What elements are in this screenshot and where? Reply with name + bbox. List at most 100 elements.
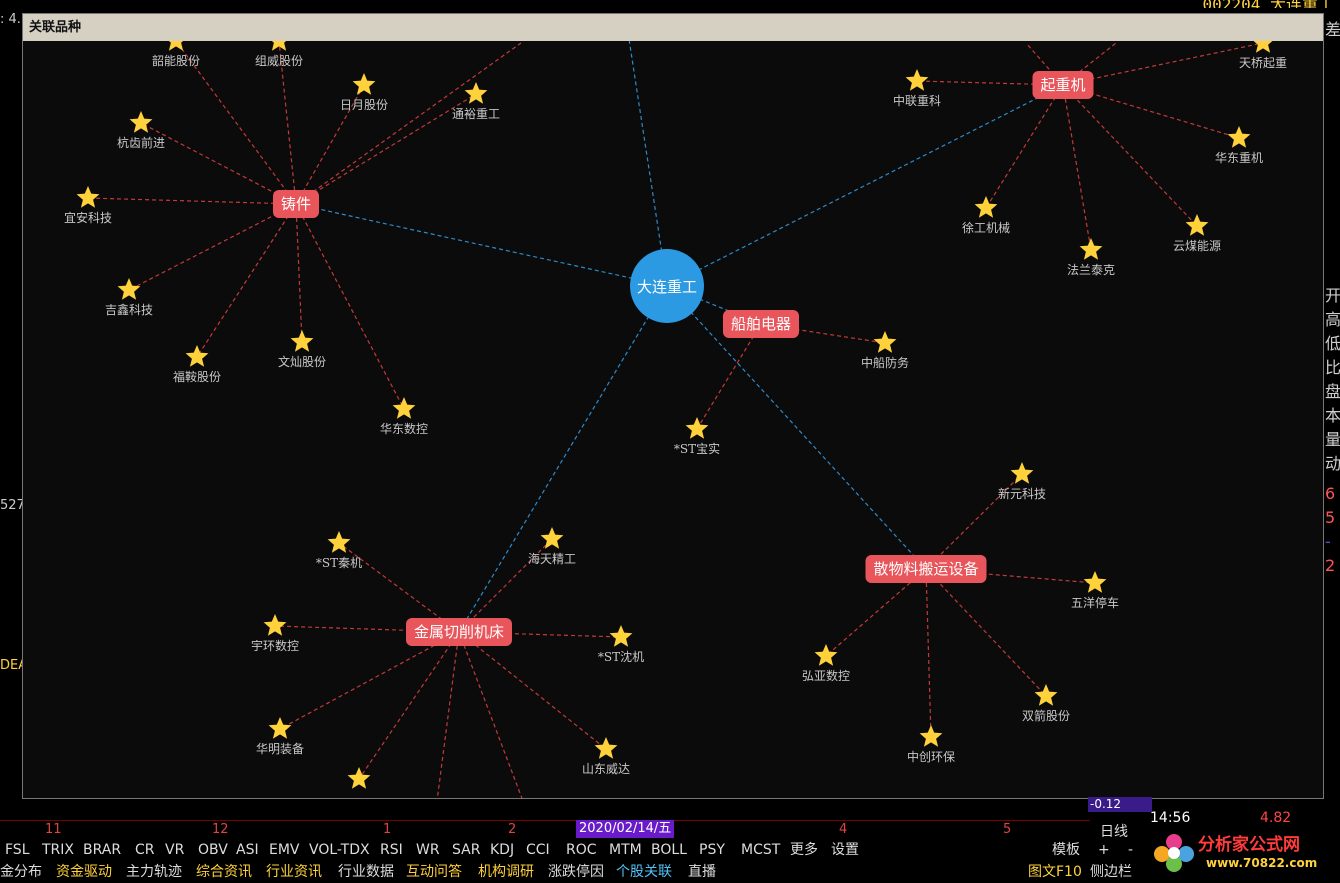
star-icon[interactable] [1083,571,1107,593]
star-icon[interactable] [1227,126,1251,148]
dialog-title[interactable]: 关联品种 [23,14,1323,41]
star-icon[interactable] [185,345,209,367]
star-icon[interactable] [1010,462,1034,484]
leaf-label[interactable]: 华东数控 [380,421,428,436]
indicator-tab[interactable]: MTM [609,840,642,861]
star-icon[interactable] [685,417,709,439]
leaf-label[interactable]: 宇环数控 [251,638,299,653]
period-label[interactable]: 日线 [1100,821,1128,841]
indicator-tab[interactable]: CR [135,840,155,861]
hub-label[interactable]: 起重机 [1040,76,1085,94]
indicator-tab[interactable]: PSY [699,840,725,861]
leaf-label[interactable]: 通裕重工 [452,106,500,121]
leaf-label[interactable]: 徐工机械 [962,220,1010,235]
center-label[interactable]: 大连重工 [637,278,697,296]
indicator-tab[interactable]: WR [416,840,440,861]
info-tab[interactable]: 行业资讯 [266,862,322,883]
star-icon[interactable] [814,644,838,666]
indicator-tab[interactable]: RSI [380,840,403,861]
star-icon[interactable] [974,196,998,218]
leaf-label[interactable]: 中联重科 [893,93,941,108]
star-icon[interactable] [165,41,188,51]
leaf-label[interactable]: 双箭股份 [1022,708,1070,723]
leaf-label[interactable]: 日月股份 [340,98,388,112]
star-icon[interactable] [1079,238,1103,260]
star-icon[interactable] [392,397,416,419]
indicator-tab[interactable]: FSL [5,840,30,861]
star-icon[interactable] [117,278,141,300]
plus-button[interactable]: + [1098,840,1110,861]
hub-label[interactable]: 散物料搬运设备 [873,560,978,578]
info-tab[interactable]: 资金驱动 [56,862,112,883]
star-icon[interactable] [263,614,287,636]
star-icon[interactable] [540,527,564,549]
leaf-label[interactable]: 福鞍股份 [173,369,221,384]
info-tab[interactable]: 综合资讯 [196,862,252,883]
indicator-tab[interactable]: BRAR [83,840,121,861]
star-icon[interactable] [609,625,633,647]
info-tab[interactable]: 机构调研 [478,862,534,883]
indicator-tab[interactable]: MCST [741,840,780,861]
indicator-tab[interactable]: ROC [566,840,597,861]
indicator-tab[interactable]: OBV [198,840,228,861]
info-tab[interactable]: 行业数据 [338,862,394,883]
info-tab[interactable]: 直播 [688,862,716,883]
info-tab[interactable]: 主力轨迹 [126,862,182,883]
leaf-label[interactable]: 华东重机 [1215,151,1263,165]
leaf-label[interactable]: *ST沈机 [598,649,644,664]
leaf-label[interactable]: 中船防务 [861,355,909,370]
hub-label[interactable]: 船舶电器 [731,315,791,333]
indicator-tab[interactable]: BOLL [651,840,687,861]
indicator-tab[interactable]: 更多 [790,840,818,861]
indicator-tab[interactable]: KDJ [490,840,514,861]
indicator-tab[interactable]: TRIX [42,840,74,861]
star-icon[interactable] [76,186,100,208]
minus-button[interactable]: - [1128,840,1133,861]
star-icon[interactable] [919,725,943,747]
leaf-label[interactable]: 弘亚数控 [802,668,850,683]
star-icon[interactable] [327,531,351,553]
leaf-label[interactable]: 中创环保 [907,749,955,764]
star-icon[interactable] [873,331,897,353]
sidebar-button[interactable]: 侧边栏 [1090,862,1132,883]
indicator-tab[interactable]: CCI [526,840,550,861]
leaf-label[interactable]: 文灿股份 [278,354,326,369]
leaf-label[interactable]: 组威股份 [255,54,303,68]
leaf-label[interactable]: 山东威达 [582,762,630,776]
star-icon[interactable] [352,73,376,95]
star-icon[interactable] [290,330,314,352]
star-icon[interactable] [464,82,488,104]
indicator-tab[interactable]: VOL-TDX [309,840,370,861]
leaf-label[interactable]: 五洋停车 [1071,595,1119,610]
star-icon[interactable] [347,767,371,789]
star-icon[interactable] [129,111,153,133]
leaf-label[interactable]: 宜安科技 [64,210,112,225]
leaf-label[interactable]: 新元科技 [998,486,1046,501]
leaf-label[interactable]: 云煤能源 [1173,239,1221,253]
leaf-label[interactable]: 杭齿前进 [117,135,165,150]
hub-label[interactable]: 金属切削机床 [414,623,504,641]
indicator-tab[interactable]: ASI [236,840,259,861]
leaf-label[interactable]: *ST秦机 [316,556,362,570]
star-icon[interactable] [1252,41,1275,53]
leaf-label[interactable]: 韶能股份 [152,53,200,68]
indicator-tab[interactable]: VR [165,840,184,861]
leaf-label[interactable]: 华明装备 [256,742,304,756]
template-button[interactable]: 模板 [1052,840,1080,861]
info-tab[interactable]: 个股关联 [616,862,672,883]
leaf-label[interactable]: 法兰泰克 [1067,263,1115,277]
info-tab[interactable]: 涨跌停因 [548,862,604,883]
related-stocks-dialog[interactable]: 关联品种 韶能股份 组威股份日月股份通裕重工杭齿前进宜安科技吉鑫科技福鞍股份 文灿股… [22,13,1324,799]
indicator-tab[interactable]: EMV [269,840,300,861]
leaf-label[interactable]: 天桥起重 [1239,56,1287,70]
info-tab[interactable]: 互动问答 [406,862,462,883]
star-icon[interactable] [268,41,291,51]
star-icon[interactable] [268,717,292,739]
info-tab[interactable]: 资金分布 [0,862,42,883]
leaf-label[interactable]: 吉鑫科技 [105,302,153,317]
indicator-tab[interactable]: 设置 [831,840,859,861]
indicator-tab[interactable]: SAR [452,840,480,861]
f10-button[interactable]: 图文F10 [1028,862,1082,883]
star-icon[interactable] [594,737,618,759]
leaf-label[interactable]: *ST宝实 [674,441,720,456]
